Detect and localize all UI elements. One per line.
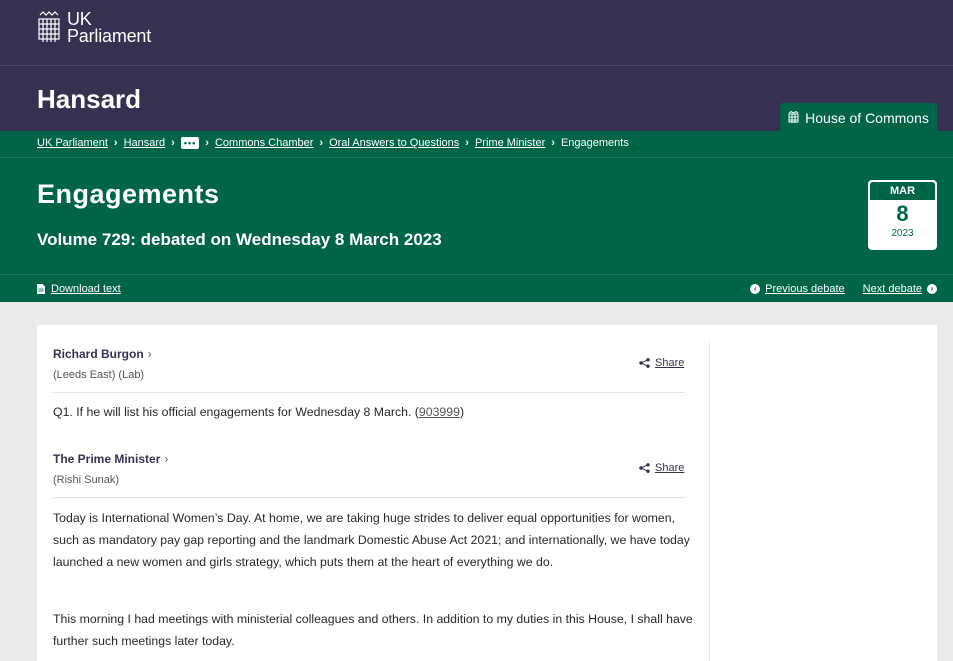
- next-debate-label[interactable]: Next debate: [863, 283, 922, 295]
- chevron-right-icon: ›: [171, 137, 175, 149]
- share-button[interactable]: Share: [639, 357, 684, 369]
- date-year: 2023: [891, 228, 914, 239]
- chevron-right-icon: ›: [319, 137, 324, 149]
- breadcrumb-prime-minister[interactable]: Prime Minister: [475, 137, 545, 149]
- breadcrumb-hansard[interactable]: Hansard: [124, 137, 166, 149]
- share-button[interactable]: Share: [639, 462, 684, 474]
- portcullis-icon: [38, 11, 60, 42]
- house-of-commons-tab[interactable]: House of Commons: [780, 103, 937, 132]
- chevron-right-icon: ›: [465, 137, 469, 149]
- breadcrumb-uk-parliament[interactable]: UK Parliament: [37, 137, 108, 149]
- uk-parliament-logo[interactable]: UK Parliament: [37, 10, 152, 46]
- house-tab-label: House of Commons: [805, 109, 929, 126]
- speaker-name: Richard Burgon: [53, 347, 144, 361]
- divider: [53, 392, 685, 393]
- debate-header: UK Parliament › Hansard › ••• › Commons …: [0, 131, 953, 302]
- site-header: UK Parliament: [0, 0, 953, 65]
- previous-debate-label[interactable]: Previous debate: [765, 283, 845, 295]
- debate-actions: Download text ‹ Previous debate Next deb…: [0, 275, 953, 302]
- breadcrumb-more-button[interactable]: •••: [180, 137, 200, 149]
- share-icon: [639, 358, 650, 368]
- share-icon: [639, 463, 650, 473]
- question-text: Q1. If he will list his official engagem…: [53, 405, 412, 419]
- divider: [709, 342, 710, 661]
- hansard-bar: Hansard House of Commons: [0, 65, 953, 132]
- breadcrumb-oral-answers[interactable]: Oral Answers to Questions: [329, 137, 459, 149]
- contribution-paragraph: This morning I had meetings with ministe…: [53, 612, 693, 648]
- speaker-prime-minister: The Prime Minister › (Rishi Sunak): [53, 452, 168, 486]
- chevron-right-icon: ›: [113, 137, 118, 149]
- speaker-richard-burgon: Richard Burgon › (Leeds East) (Lab): [53, 347, 152, 381]
- contribution-paragraph: Today is International Women’s Day. At h…: [53, 511, 690, 569]
- hansard-title[interactable]: Hansard: [37, 84, 141, 115]
- chevron-right-icon: ›: [205, 137, 209, 149]
- breadcrumb-current: Engagements: [560, 137, 629, 149]
- share-label: Share: [655, 462, 685, 474]
- speaker-name-link[interactable]: The Prime Minister ›: [53, 452, 168, 466]
- speaker-constituency: (Rishi Sunak): [53, 474, 120, 486]
- next-debate-link[interactable]: Next debate ›: [863, 283, 937, 295]
- chevron-right-icon: ›: [164, 452, 169, 466]
- breadcrumb-commons-chamber[interactable]: Commons Chamber: [215, 137, 313, 149]
- previous-debate-link[interactable]: ‹ Previous debate: [750, 283, 845, 295]
- divider: [53, 497, 685, 498]
- portcullis-icon: [788, 111, 799, 123]
- breadcrumb: UK Parliament › Hansard › ••• › Commons …: [37, 137, 629, 149]
- share-label: Share: [655, 357, 685, 369]
- page-title: Engagements: [37, 179, 220, 209]
- document-icon: [37, 284, 45, 294]
- brand-line-2: Parliament: [67, 26, 152, 46]
- chevron-right-icon: ›: [551, 137, 555, 149]
- speaker-name-link[interactable]: Richard Burgon ›: [53, 347, 152, 361]
- divider: [0, 157, 953, 158]
- arrow-right-icon: ›: [927, 284, 937, 294]
- debate-subtitle: Volume 729: debated on Wednesday 8 March…: [37, 230, 442, 249]
- speaker-name: The Prime Minister: [53, 452, 161, 466]
- speaker-constituency: (Leeds East) (Lab): [53, 369, 145, 381]
- question-reference-link[interactable]: 903999: [419, 405, 460, 419]
- date-month: MAR: [870, 182, 935, 200]
- download-text-link[interactable]: Download text: [51, 283, 121, 295]
- chevron-right-icon: ›: [147, 347, 152, 361]
- arrow-left-icon: ‹: [750, 284, 761, 294]
- contribution-text: Q1. If he will list his official engagem…: [53, 405, 465, 419]
- date-day: 8: [896, 201, 909, 226]
- date-badge: MAR 8 2023: [868, 180, 937, 250]
